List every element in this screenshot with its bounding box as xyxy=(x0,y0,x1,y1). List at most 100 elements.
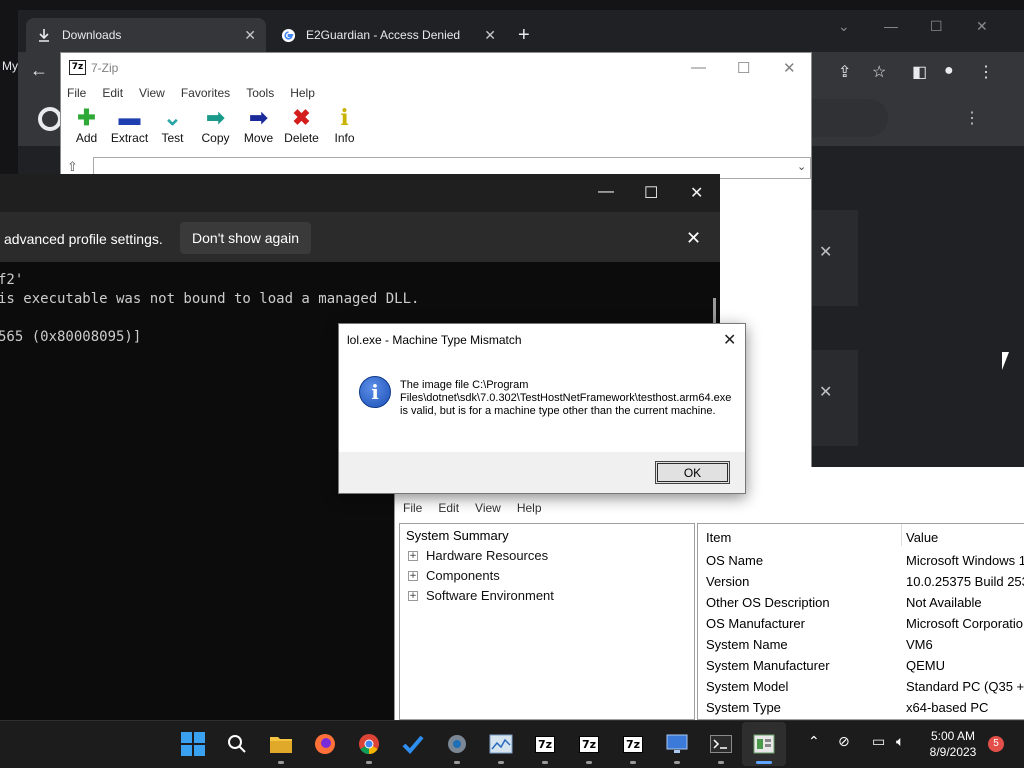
menu-view[interactable]: View xyxy=(139,86,165,100)
menu-kebab-icon[interactable]: ⋮ xyxy=(978,62,994,82)
table-row[interactable]: OS Name Microsoft Windows 1 xyxy=(698,550,1024,571)
folder-up-icon[interactable]: ⇧ xyxy=(67,159,78,175)
system-info-icon[interactable] xyxy=(752,732,776,756)
chevron-up-icon[interactable]: ⌃ xyxy=(808,734,820,750)
expand-plus-icon[interactable]: + xyxy=(408,550,418,561)
add-button[interactable]: ✚ Add xyxy=(65,105,108,153)
side-panel-icon[interactable]: ◧ xyxy=(912,62,927,82)
remove-download-icon[interactable]: ✕ xyxy=(819,382,832,402)
close-icon[interactable]: ✕ xyxy=(976,18,988,35)
terminal-icon[interactable] xyxy=(709,732,733,756)
settings-icon[interactable] xyxy=(445,732,469,756)
menu-help[interactable]: Help xyxy=(517,501,542,515)
expand-plus-icon[interactable]: + xyxy=(408,570,418,581)
profile-icon[interactable]: ● xyxy=(944,62,954,80)
column-divider[interactable] xyxy=(901,524,902,546)
star-icon[interactable]: ☆ xyxy=(872,62,886,82)
tree-item-components[interactable]: + Components xyxy=(408,568,500,583)
minimize-icon[interactable]: — xyxy=(884,18,898,34)
copy-button[interactable]: ➡ Copy xyxy=(194,105,237,153)
row-item: System Model xyxy=(706,679,789,694)
minimize-icon[interactable]: — xyxy=(598,183,614,201)
maximize-icon[interactable]: ☐ xyxy=(644,183,658,203)
todo-icon[interactable] xyxy=(401,732,425,756)
tree-item-system-summary[interactable]: System Summary xyxy=(406,528,509,543)
tab-close-icon[interactable]: ✕ xyxy=(244,27,256,44)
column-header-value[interactable]: Value xyxy=(906,530,938,545)
volume-icon[interactable]: 🔈︎ xyxy=(896,734,904,750)
row-value: QEMU xyxy=(906,658,945,673)
tab-downloads[interactable]: Downloads ✕ xyxy=(26,18,266,52)
extract-button[interactable]: ▬ Extract xyxy=(108,105,151,153)
close-icon[interactable]: ✕ xyxy=(783,59,796,77)
7zip-icon[interactable]: 7z xyxy=(621,732,645,756)
7zip-icon[interactable]: 7z xyxy=(577,732,601,756)
maximize-icon[interactable]: ☐ xyxy=(930,18,943,35)
resource-monitor-icon[interactable] xyxy=(489,732,513,756)
menu-view[interactable]: View xyxy=(475,501,501,515)
display-icon[interactable]: ▭ xyxy=(872,734,885,750)
back-arrow-icon[interactable]: ← xyxy=(30,60,48,81)
tab-close-icon[interactable]: ✕ xyxy=(484,27,496,44)
table-row[interactable]: Version 10.0.25375 Build 253 xyxy=(698,571,1024,592)
system-information-window: File Edit View Help System Summary + Har… xyxy=(394,467,1024,720)
tab-e2guardian[interactable]: E2Guardian - Access Denied ✕ xyxy=(270,18,506,52)
maximize-icon[interactable]: ☐ xyxy=(737,59,750,77)
running-indicator xyxy=(542,761,548,764)
table-row[interactable]: Other OS Description Not Available xyxy=(698,592,1024,613)
tree-item-hardware-resources[interactable]: + Hardware Resources xyxy=(408,548,548,563)
info-icon: i xyxy=(359,376,391,408)
table-row[interactable]: OS Manufacturer Microsoft Corporatio xyxy=(698,613,1024,634)
test-button[interactable]: ⌄ Test xyxy=(151,105,194,153)
7zip-icon[interactable]: 7z xyxy=(533,732,557,756)
menu-file[interactable]: File xyxy=(67,86,86,100)
tree-item-software-environment[interactable]: + Software Environment xyxy=(408,588,554,603)
tab-label: Downloads xyxy=(62,28,122,42)
search-icon[interactable] xyxy=(225,732,249,756)
remove-download-icon[interactable]: ✕ xyxy=(819,242,832,262)
table-row[interactable]: System Manufacturer QEMU xyxy=(698,655,1024,676)
column-header-item[interactable]: Item xyxy=(706,530,731,545)
ok-button[interactable]: OK xyxy=(655,461,730,484)
move-button[interactable]: ➡ Move xyxy=(237,105,280,153)
dont-show-again-button[interactable]: Don't show again xyxy=(180,222,311,254)
delete-button[interactable]: ✖ Delete xyxy=(280,105,323,153)
table-row[interactable]: System Name VM6 xyxy=(698,634,1024,655)
close-icon[interactable]: ✕ xyxy=(723,330,736,350)
expand-plus-icon[interactable]: + xyxy=(408,590,418,601)
menu-tools[interactable]: Tools xyxy=(246,86,274,100)
table-row[interactable]: System Model Standard PC (Q35 + xyxy=(698,676,1024,697)
close-icon[interactable]: ✕ xyxy=(690,183,703,203)
7zip-taskbar-label: 7z xyxy=(622,735,644,753)
firefox-icon[interactable] xyxy=(313,732,337,756)
page-partial-text: My xyxy=(2,59,18,73)
terminal-scrollbar[interactable] xyxy=(713,298,716,326)
share-icon[interactable]: ⇪ xyxy=(838,62,851,82)
file-explorer-icon[interactable] xyxy=(269,732,293,756)
start-icon[interactable] xyxy=(181,732,205,756)
menu-help[interactable]: Help xyxy=(290,86,315,100)
chevron-down-icon[interactable]: ⌄ xyxy=(838,18,850,35)
plus-icon: ✚ xyxy=(77,105,96,130)
delete-label: Delete xyxy=(284,131,319,145)
new-tab-button[interactable]: + xyxy=(518,24,530,46)
minimize-icon[interactable]: — xyxy=(691,59,706,76)
tab-label: E2Guardian - Access Denied xyxy=(306,28,461,42)
menu-edit[interactable]: Edit xyxy=(102,86,123,100)
clock-date[interactable]: 8/9/2023 xyxy=(926,745,980,759)
chevron-down-icon[interactable]: ⌄ xyxy=(797,160,806,173)
network-off-icon[interactable]: ⊘ xyxy=(838,734,850,750)
menu-edit[interactable]: Edit xyxy=(438,501,459,515)
chrome-icon[interactable] xyxy=(357,732,381,756)
notification-badge[interactable]: 5 xyxy=(988,736,1004,752)
dialog-body: i The image file C:\Program Files\dotnet… xyxy=(339,354,745,452)
more-options-icon[interactable]: ⋮ xyxy=(964,108,980,128)
info-button[interactable]: i Info xyxy=(323,105,366,153)
table-row[interactable]: System Type x64-based PC xyxy=(698,697,1024,718)
banner-close-icon[interactable]: ✕ xyxy=(686,228,701,249)
row-item: Version xyxy=(706,574,750,589)
clock-time[interactable]: 5:00 AM xyxy=(928,729,978,743)
menu-favorites[interactable]: Favorites xyxy=(181,86,230,100)
menu-file[interactable]: File xyxy=(403,501,422,515)
remote-desktop-icon[interactable] xyxy=(665,732,689,756)
